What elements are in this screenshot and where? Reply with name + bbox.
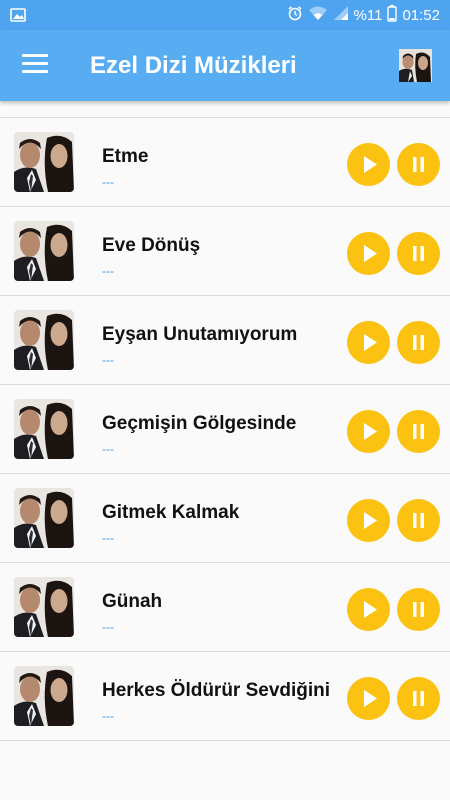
song-thumbnail [14, 399, 74, 459]
song-thumbnail [14, 488, 74, 548]
app-bar: Ezel Dizi Müzikleri [0, 30, 450, 101]
song-subtitle: --- [102, 709, 114, 723]
list-item[interactable]: Herkes Öldürür Sevdiğini --- [0, 652, 450, 741]
alarm-icon [287, 5, 303, 25]
song-title: Eve Dönüş [102, 235, 201, 256]
play-button[interactable] [347, 677, 390, 720]
song-subtitle: --- [102, 531, 114, 545]
list-item[interactable]: Gitmek Kalmak --- [0, 474, 450, 563]
app-title: Ezel Dizi Müzikleri [90, 52, 297, 79]
play-button[interactable] [347, 499, 390, 542]
list-item[interactable]: Eve Dönüş --- [0, 207, 450, 296]
list-item[interactable]: Günah --- [0, 563, 450, 652]
play-button[interactable] [347, 410, 390, 453]
gallery-notification-icon [10, 7, 26, 23]
song-thumbnail [14, 221, 74, 281]
song-subtitle: --- [102, 264, 114, 278]
song-thumbnail [14, 577, 74, 637]
pause-button[interactable] [397, 588, 440, 631]
wifi-icon [308, 5, 328, 25]
pause-button[interactable] [397, 143, 440, 186]
pause-button[interactable] [397, 410, 440, 453]
song-thumbnail [14, 666, 74, 726]
pause-button[interactable] [397, 499, 440, 542]
song-subtitle: --- [102, 620, 114, 634]
song-title: Eyşan Unutamıyorum [102, 324, 298, 345]
song-subtitle: --- [102, 442, 114, 456]
song-thumbnail [14, 132, 74, 192]
song-thumbnail [14, 310, 74, 370]
list-item[interactable]: Etme --- [0, 118, 450, 207]
list-item[interactable]: Eyşan Unutamıyorum --- [0, 296, 450, 385]
play-button[interactable] [347, 588, 390, 631]
signal-icon [333, 5, 349, 25]
battery-icon [387, 4, 398, 26]
song-title: Herkes Öldürür Sevdiğini [102, 680, 331, 701]
list-item-partial[interactable] [0, 101, 450, 118]
song-title: Günah [102, 591, 163, 612]
pause-button[interactable] [397, 321, 440, 364]
battery-text: %11 [353, 6, 383, 24]
pause-button[interactable] [397, 232, 440, 275]
song-list[interactable]: Etme --- Eve Dönüş --- Eyşan Unutamıyorum ---… [0, 101, 450, 800]
song-title: Etme [102, 146, 149, 167]
hamburger-menu-icon[interactable] [22, 54, 48, 76]
pause-button[interactable] [397, 677, 440, 720]
status-bar: %11 01:52 [0, 0, 450, 30]
song-title: Gitmek Kalmak [102, 502, 240, 523]
app-avatar[interactable] [399, 49, 432, 82]
play-button[interactable] [347, 232, 390, 275]
play-button[interactable] [347, 321, 390, 364]
list-item[interactable]: Geçmişin Gölgesinde --- [0, 385, 450, 474]
play-button[interactable] [347, 143, 390, 186]
song-title: Geçmişin Gölgesinde [102, 413, 297, 434]
song-subtitle: --- [102, 353, 114, 367]
status-time: 01:52 [402, 6, 440, 24]
song-subtitle: --- [102, 175, 114, 189]
